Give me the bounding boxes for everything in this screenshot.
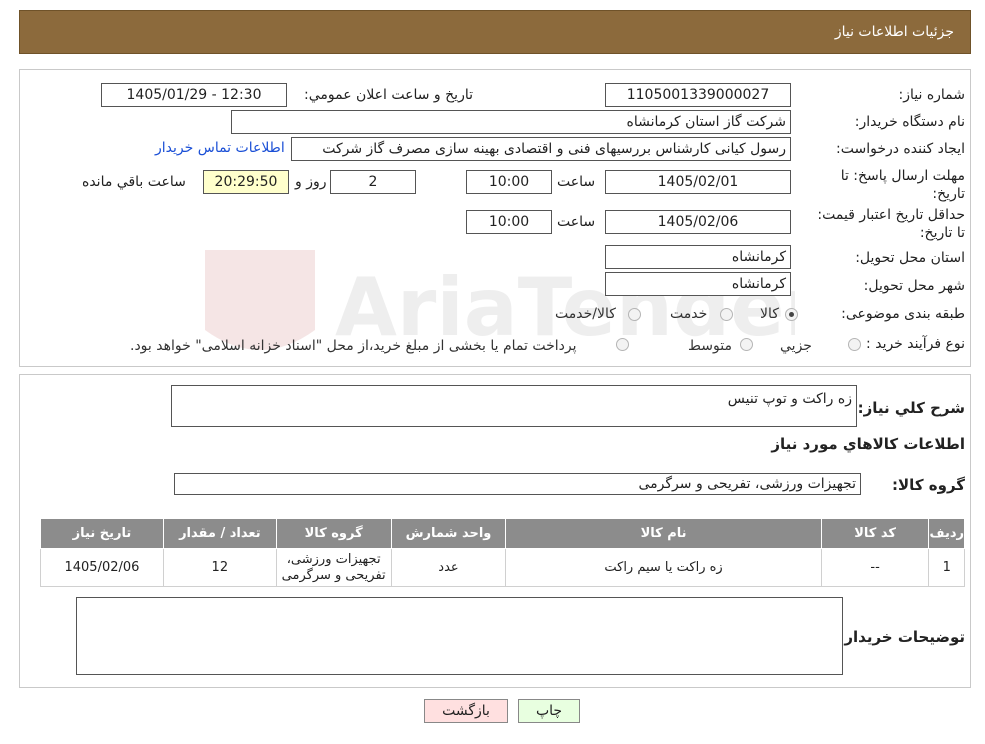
category-option-service: خدمت: [670, 306, 708, 322]
remaining-time-field: 20:29:50: [203, 170, 289, 194]
city-label: شهر محل تحويل:: [863, 278, 965, 294]
col-row: رديف: [928, 518, 965, 549]
col-quantity: تعداد / مقدار: [162, 518, 277, 549]
validity-date-field: 1405/02/06: [605, 210, 791, 234]
col-name: نام کالا: [505, 518, 822, 549]
category-radio-goods-service[interactable]: [628, 308, 641, 321]
category-radio-goods[interactable]: [785, 308, 798, 321]
process-label: نوع فرآيند خريد :: [866, 336, 965, 352]
col-code: کد کالا: [820, 518, 930, 549]
buyer-notes-label: توضيحات خريدار:: [838, 628, 965, 646]
process-radio-treasury[interactable]: [616, 338, 629, 351]
deadline-label: مهلت ارسال پاسخ: تا تاريخ:: [840, 168, 965, 202]
description-field[interactable]: زه راکت و توپ تنیس: [171, 385, 857, 427]
deadline-time-field: 10:00: [466, 170, 552, 194]
buyer-notes-field[interactable]: [76, 597, 843, 675]
process-note: پرداخت تمام یا بخشی از مبلغ خرید،از محل …: [130, 338, 577, 354]
validity-label: حداقل تاريخ اعتبار قيمت: تا تاريخ:: [817, 207, 965, 241]
cell-row: 1: [928, 548, 965, 587]
process-radio-medium[interactable]: [740, 338, 753, 351]
col-group: گروه کالا: [275, 518, 392, 549]
need-number-field: 1105001339000027: [605, 83, 791, 107]
process-option-minor: جزيي: [780, 338, 812, 354]
category-option-goods: کالا: [760, 306, 779, 322]
announce-label: تاریخ و ساعت اعلان عمومي:: [304, 87, 473, 103]
goods-table: رديف کد کالا نام کالا واحد شمارش گروه کا…: [40, 518, 965, 587]
deadline-time-label: ساعت: [557, 174, 596, 190]
category-option-goods-service: کالا/خدمت: [555, 306, 616, 322]
back-button[interactable]: بازگشت: [424, 699, 508, 723]
days-field: 2: [330, 170, 416, 194]
cell-name: زه راکت یا سیم راکت: [505, 548, 822, 587]
cell-code: --: [820, 548, 930, 587]
requester-label: ايجاد کننده درخواست:: [836, 141, 965, 157]
goods-section-title: اطلاعات کالاهاي مورد نياز: [771, 435, 965, 453]
process-option-medium: متوسط: [688, 338, 732, 354]
buyer-org-field: شرکت گاز استان کرمانشاه: [231, 110, 791, 134]
print-button[interactable]: چاپ: [518, 699, 580, 723]
province-field: کرمانشاه: [605, 245, 791, 269]
cell-quantity: 12: [162, 548, 277, 587]
col-need-date: تاريخ نياز: [40, 518, 164, 549]
category-label: طبقه بندی موضوعی:: [841, 306, 965, 322]
city-field: کرمانشاه: [605, 272, 791, 296]
page-title: جزئیات اطلاعات نیاز: [834, 24, 954, 40]
announce-datetime-field: 1405/01/29 - 12:30: [101, 83, 287, 107]
days-label: روز و: [295, 174, 327, 190]
table-row: 1 -- زه راکت یا سیم راکت عدد تجهیزات ورز…: [40, 548, 965, 587]
goods-table-header: رديف کد کالا نام کالا واحد شمارش گروه کا…: [40, 518, 965, 549]
buyer-org-label: نام دستگاه خريدار:: [854, 114, 965, 130]
deadline-date-field: 1405/02/01: [605, 170, 791, 194]
description-label: شرح کلي نياز:: [857, 399, 965, 417]
validity-time-label: ساعت: [557, 214, 596, 230]
category-radio-service[interactable]: [720, 308, 733, 321]
buyer-contact-link[interactable]: اطلاعات تماس خريدار: [155, 140, 285, 156]
goods-group-label: گروه کالا:: [892, 476, 965, 494]
province-label: استان محل تحويل:: [855, 250, 965, 266]
process-radio-minor[interactable]: [848, 338, 861, 351]
validity-time-field: 10:00: [466, 210, 552, 234]
need-number-label: شماره نیاز:: [898, 87, 966, 103]
goods-group-field: تجهیزات ورزشی، تفریحی و سرگرمی: [174, 473, 861, 495]
remaining-label: ساعت باقي مانده: [82, 174, 186, 190]
cell-group: تجهیزات ورزشی، تفریحی و سرگرمی: [275, 548, 392, 587]
cell-need-date: 1405/02/06: [40, 548, 164, 587]
requester-field: رسول کیانی کارشناس بررسیهای فنی و اقتصاد…: [291, 137, 791, 161]
cell-unit: عدد: [390, 548, 507, 587]
page-header: جزئیات اطلاعات نیاز: [19, 10, 971, 54]
col-unit: واحد شمارش: [390, 518, 507, 549]
